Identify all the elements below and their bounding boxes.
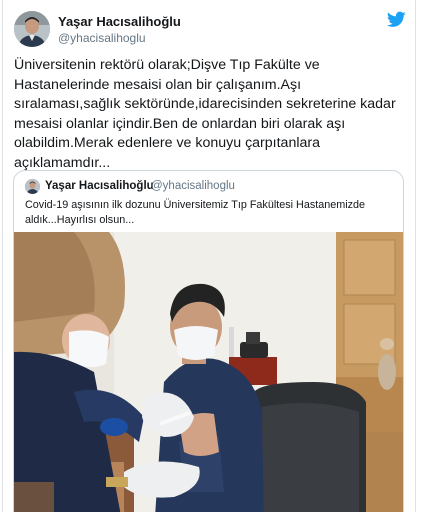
tweet-text-line: mesaisi olanlar içindir.Ben de onlardan … bbox=[14, 115, 346, 132]
author-handle[interactable]: @yhacisalihoglu bbox=[58, 31, 146, 45]
quoted-tweet-text: Covid-19 aşısının ilk dozunu Üniversitem… bbox=[25, 198, 395, 228]
quoted-author-handle: @yhacisalihoglu bbox=[151, 180, 235, 192]
quoted-text-line: Covid-19 aşısının ilk dozunu Üniversitem… bbox=[25, 199, 366, 211]
author-name[interactable]: Yaşar Hacısalihoğlu bbox=[58, 14, 181, 29]
quoted-tweet[interactable]: Yaşar Hacısalihoğlu @yhacisalihoglu Covi… bbox=[13, 170, 404, 512]
tweet-text-line: Üniversitenin rektörü olarak;Dişve Tıp F… bbox=[14, 57, 320, 73]
tweet-text-line: olabildim.Merak edenlere ve konuyu çarpı… bbox=[14, 135, 320, 151]
tweet-text-line: sıralaması,sağlık sektöründe,idarecisind… bbox=[14, 96, 396, 112]
quoted-author-name: Yaşar Hacısalihoğlu bbox=[45, 180, 154, 192]
tweet-text-line: Hastanelerinde mesaisi olan bir çalışanı… bbox=[14, 76, 302, 93]
tweet-text: Üniversitenin rektörü olarak;Dişve Tıp F… bbox=[14, 56, 408, 173]
tweet-card[interactable]: Yaşar Hacısalihoğlu @yhacisalihoglu Üniv… bbox=[2, 0, 416, 512]
vaccination-photo[interactable] bbox=[14, 232, 403, 512]
author-avatar[interactable] bbox=[14, 11, 50, 47]
twitter-bird-icon[interactable] bbox=[387, 11, 406, 28]
quoted-text-line: aldık...Hayırlısı olsun... bbox=[25, 214, 135, 226]
quoted-author-avatar bbox=[25, 179, 40, 194]
